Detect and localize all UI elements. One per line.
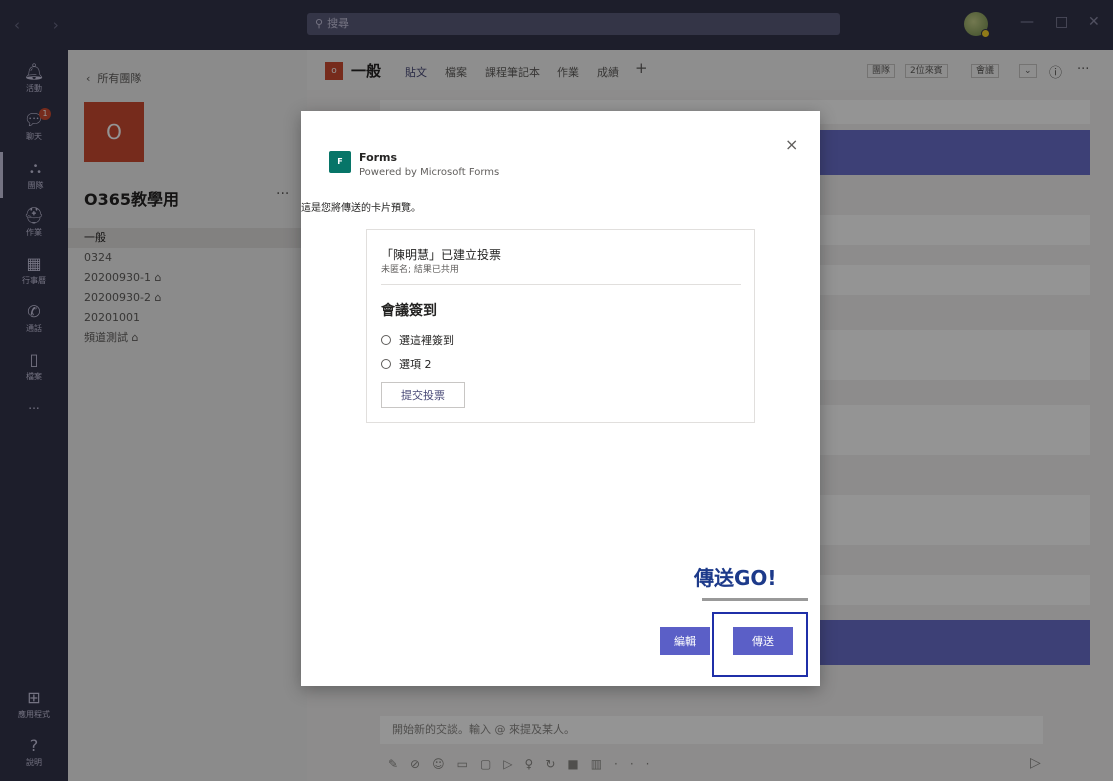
divider — [381, 284, 741, 285]
card-preview: 「陳明慧」已建立投票 未匿名; 結果已共用 會議簽到 選這裡簽到 選項 2 提交… — [366, 229, 755, 423]
submit-vote-button[interactable]: 提交投票 — [381, 382, 465, 408]
radio-icon — [381, 335, 391, 345]
poll-option[interactable]: 選這裡簽到 — [381, 332, 454, 348]
poll-question: 會議簽到 — [381, 303, 437, 319]
annotation-highlight-box — [712, 612, 808, 677]
annotation-underline — [702, 598, 808, 601]
poll-meta: 未匿名; 結果已共用 — [381, 265, 459, 275]
forms-app-icon: F — [329, 151, 351, 173]
poll-option[interactable]: 選項 2 — [381, 356, 432, 372]
annotation-text: 傳送GO! — [694, 566, 777, 590]
close-icon[interactable]: × — [785, 135, 798, 154]
preview-label: 這是您將傳送的卡片預覽。 — [301, 203, 421, 214]
app-title: Forms — [359, 151, 398, 164]
poll-creator: 「陳明慧」已建立投票 — [381, 248, 502, 262]
edit-button[interactable]: 編輯 — [660, 627, 710, 655]
radio-icon — [381, 359, 391, 369]
app-subtitle: Powered by Microsoft Forms — [359, 167, 500, 178]
